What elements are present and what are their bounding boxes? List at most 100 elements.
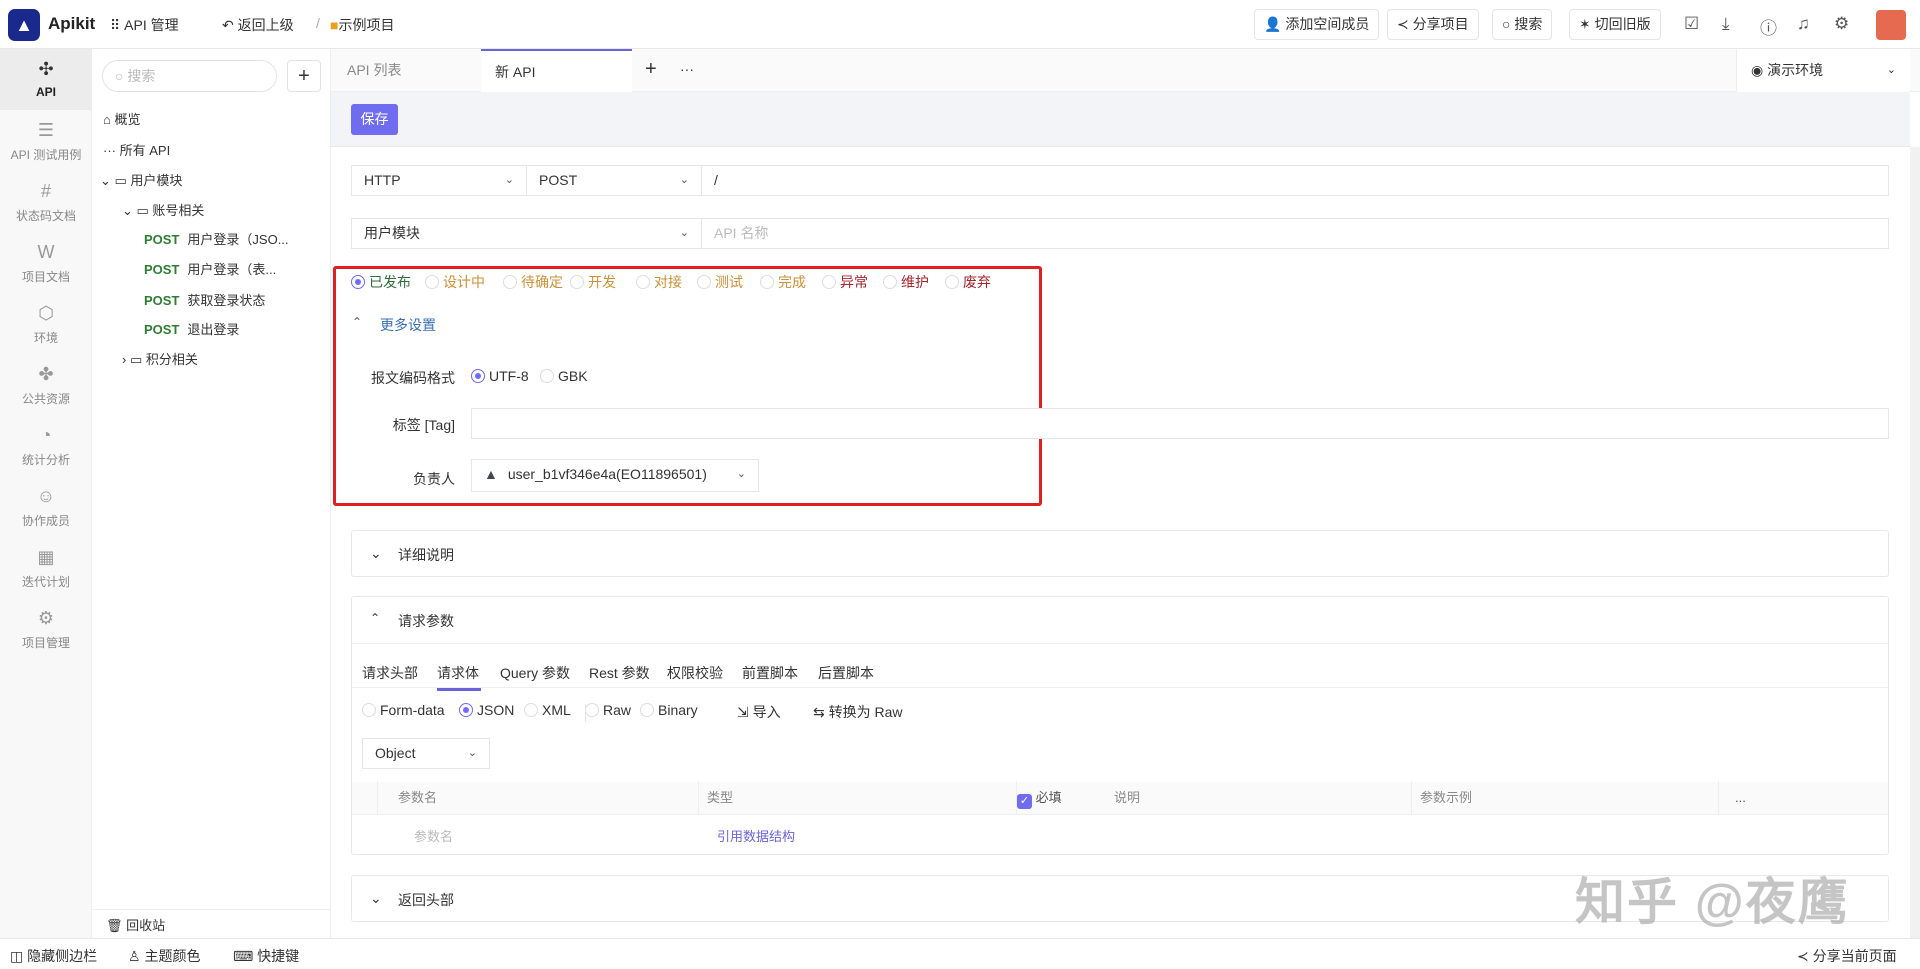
env-label: 演示环境 <box>1767 62 1823 78</box>
import-button[interactable]: ⇲ 导入 <box>737 702 781 722</box>
tree-api-item[interactable]: POST获取登录状态 <box>144 290 265 309</box>
owner-select[interactable]: ▲user_b1vf346e4a(EO11896501)⌄ <box>471 459 759 492</box>
status-radio[interactable]: 设计中 <box>425 272 485 292</box>
chevron-up-icon[interactable]: ⌃ <box>352 315 362 329</box>
params-tab[interactable]: 后置脚本 <box>818 663 874 683</box>
params-tab[interactable]: 权限校验 <box>667 663 723 683</box>
status-radio[interactable]: 已发布 <box>351 272 411 292</box>
status-radio[interactable]: 测试 <box>697 272 743 292</box>
help-icon[interactable]: ⓘ <box>1760 14 1777 39</box>
tree-group-user-module[interactable]: ⌄ ▭ 用户模块 <box>100 170 182 189</box>
body-type-radio[interactable]: Raw <box>585 702 631 718</box>
sidebar-item-api[interactable]: ✣API <box>0 49 92 110</box>
body-type-label: Binary <box>658 702 698 718</box>
more-tabs-icon[interactable]: ··· <box>680 61 694 77</box>
radio-unchecked <box>822 275 836 289</box>
convert-raw-button[interactable]: ⇆ 转换为 Raw <box>813 702 903 722</box>
sidebar-item-users[interactable]: ☺协作成员 <box>0 476 92 537</box>
params-tab[interactable]: Query 参数 <box>500 663 570 683</box>
chevron-up-icon[interactable]: ⌃ <box>370 611 380 625</box>
environment-select[interactable]: ◉ 演示环境⌄ <box>1736 49 1910 92</box>
api-management-menu[interactable]: ⠿ API 管理 <box>110 15 179 35</box>
tab-api-list[interactable]: API 列表 <box>333 49 481 92</box>
sidebar-item-calendar[interactable]: ▦迭代计划 <box>0 537 92 598</box>
users-icon: ☺ <box>0 486 92 507</box>
status-radio[interactable]: 废弃 <box>945 272 991 292</box>
tree-search-input[interactable]: ○ 搜索 <box>102 60 277 92</box>
body-type-label: JSON <box>477 702 514 718</box>
add-api-button[interactable]: + <box>287 60 321 92</box>
radio-unchecked <box>362 703 376 717</box>
status-radio[interactable]: 异常 <box>822 272 868 292</box>
add-tab-icon[interactable]: + <box>645 58 657 81</box>
shirt-icon: ♙ <box>128 948 144 964</box>
chevron-down-icon: ⌄ <box>505 166 514 195</box>
status-radio[interactable]: 完成 <box>760 272 806 292</box>
reference-structure-link[interactable]: 引用数据结构 <box>717 826 795 845</box>
sidebar-item-puzzle[interactable]: ✤公共资源 <box>0 354 92 415</box>
scrollbar[interactable] <box>1910 147 1920 938</box>
sidebar-item-test-case[interactable]: ☰API 测试用例 <box>0 110 92 171</box>
hide-sidebar-button[interactable]: ◫ 隐藏侧边栏 <box>10 946 97 966</box>
share-project-button[interactable]: ≺ 分享项目 <box>1387 9 1479 40</box>
tree-group-points[interactable]: › ▭ 积分相关 <box>122 349 198 368</box>
tree-item-all-api[interactable]: ··· 所有 API <box>103 140 170 159</box>
tree-group-account[interactable]: ⌄ ▭ 账号相关 <box>122 200 204 219</box>
api-name-input[interactable]: API 名称 <box>701 218 1889 249</box>
status-radio[interactable]: 维护 <box>883 272 929 292</box>
root-type-select[interactable]: Object⌄ <box>362 738 490 769</box>
tree-api-item[interactable]: POST用户登录（表... <box>144 259 276 278</box>
tag-input[interactable] <box>471 408 1889 439</box>
tab-new-api[interactable]: 新 API <box>481 49 632 92</box>
col-example: 参数示例 <box>1411 781 1472 814</box>
checkbox-checked-icon[interactable]: ✓ <box>1017 794 1032 809</box>
tree-api-item[interactable]: POST用户登录（JSO... <box>144 229 289 248</box>
body-type-radio[interactable]: XML <box>524 702 571 718</box>
tree-item-overview[interactable]: ⌂ 概览 <box>103 109 140 128</box>
tree-api-item[interactable]: POST退出登录 <box>144 319 239 338</box>
sidebar-item-pie-chart[interactable]: ◔统计分析 <box>0 415 92 476</box>
status-radio[interactable]: 开发 <box>570 272 616 292</box>
encoding-utf8-radio[interactable]: UTF-8 <box>471 368 529 384</box>
status-radio[interactable]: 对接 <box>636 272 682 292</box>
save-button[interactable]: 保存 <box>351 104 398 135</box>
detail-section[interactable]: ⌄ 详细说明 <box>351 530 1889 577</box>
encoding-gbk-radio[interactable]: GBK <box>540 368 588 384</box>
group-select[interactable]: 用户模块⌄ <box>351 218 702 249</box>
param-name-input[interactable]: 参数名 <box>414 826 453 845</box>
body-type-radio[interactable]: Binary <box>640 702 698 718</box>
project-breadcrumb[interactable]: ■示例项目 <box>330 15 394 35</box>
params-tab[interactable]: 前置脚本 <box>742 663 798 683</box>
body-type-radio[interactable]: Form-data <box>362 702 445 718</box>
sidebar-item-word-doc[interactable]: W项目文档 <box>0 232 92 293</box>
old-version-button[interactable]: ✶ 切回旧版 <box>1569 9 1661 40</box>
bell-icon[interactable]: ♫ <box>1797 14 1810 34</box>
col-more-icon[interactable]: ... <box>1718 781 1746 814</box>
shortcuts-button[interactable]: ⌨ 快捷键 <box>233 946 299 966</box>
user-avatar[interactable] <box>1876 10 1906 40</box>
theme-color-button[interactable]: ♙ 主题颜色 <box>128 946 200 966</box>
settings-gear-icon[interactable]: ⚙ <box>1834 14 1849 34</box>
more-settings-toggle[interactable]: 更多设置 <box>380 315 436 335</box>
body-type-radio[interactable]: JSON <box>459 702 514 718</box>
path-input[interactable]: / <box>701 165 1889 196</box>
col-required[interactable]: ✓ 必填 <box>1016 781 1062 814</box>
add-member-button[interactable]: 👤 添加空间成员 <box>1254 9 1379 40</box>
sidebar-item-environment[interactable]: ⬡环境 <box>0 293 92 354</box>
calendar-check-icon[interactable]: ☑ <box>1684 14 1699 34</box>
back-button[interactable]: ↶ 返回上级 <box>222 15 294 35</box>
download-icon[interactable]: ⤓ <box>1722 14 1730 34</box>
params-tab[interactable]: 请求头部 <box>362 663 418 683</box>
request-params-section: ⌃ 请求参数 <box>351 596 1889 855</box>
method-select[interactable]: POST⌄ <box>526 165 702 196</box>
protocol-select[interactable]: HTTP⌄ <box>351 165 527 196</box>
params-tab[interactable]: 请求体 <box>437 663 479 683</box>
sidebar-item-status-doc[interactable]: #状态码文档 <box>0 171 92 232</box>
params-tab[interactable]: Rest 参数 <box>589 663 650 683</box>
search-button[interactable]: ○ 搜索 <box>1492 9 1552 40</box>
status-radio[interactable]: 待确定 <box>503 272 563 292</box>
sidebar-item-gear[interactable]: ⚙项目管理 <box>0 598 92 659</box>
share-page-button[interactable]: ≺ 分享当前页面 <box>1797 946 1897 966</box>
sidebar-item-label: API 测试用例 <box>11 148 82 162</box>
recycle-bin[interactable]: 🗑 回收站 <box>106 915 165 934</box>
